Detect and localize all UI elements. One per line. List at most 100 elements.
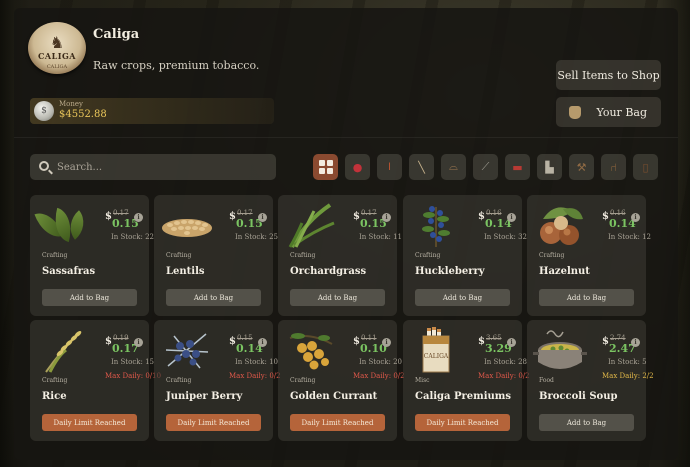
logo-band-text: CALIGA: [46, 64, 68, 70]
add-to-bag-button[interactable]: Add to Bag: [166, 289, 261, 306]
shop-tagline: Raw crops, premium tobacco.: [93, 59, 260, 72]
info-icon[interactable]: i: [631, 213, 640, 222]
fishing-rod-icon: ╲: [418, 160, 425, 174]
category-tab-torch[interactable]: ǀ: [377, 154, 402, 180]
add-to-bag-button[interactable]: Add to Bag: [415, 289, 510, 306]
your-bag-label: Your Bag: [596, 105, 647, 119]
orchardgrass-icon: [284, 201, 338, 249]
old-price: 0.17: [113, 209, 129, 217]
juniper-berry-icon: [160, 326, 214, 374]
item-name: Orchardgrass: [290, 266, 367, 277]
add-to-bag-button[interactable]: Add to Bag: [42, 289, 137, 306]
sell-items-button[interactable]: Sell Items to Shop: [556, 60, 661, 90]
category-tab-tools[interactable]: ⚒: [569, 154, 594, 180]
dollar-sign: $: [105, 336, 112, 347]
shop-logo: ♞ CALIGA CALIGA: [28, 22, 86, 74]
category-tab-fishing[interactable]: ╲: [409, 154, 434, 180]
max-daily-limit: Max Daily: 0/2: [478, 372, 530, 380]
item-card-caliga-premiums: CALIGA $ 3.65 3.29 i In Stock: 28 Max Da…: [403, 320, 530, 441]
category-tab-all[interactable]: [313, 154, 338, 180]
dollar-sign: $: [478, 211, 485, 222]
item-name: Caliga Premiums: [415, 391, 512, 402]
stock-count: In Stock: 5: [608, 358, 647, 366]
category-tab-berries[interactable]: ●: [345, 154, 370, 180]
lentils-icon: [160, 201, 214, 249]
golden-currant-icon: [284, 326, 338, 374]
category-tab-lantern[interactable]: ▯: [633, 154, 658, 180]
item-name: Huckleberry: [415, 266, 485, 277]
item-category: Crafting: [290, 377, 316, 384]
shop-name: Caliga: [93, 27, 140, 42]
item-category: Crafting: [290, 252, 316, 259]
category-tab-boots[interactable]: ▙: [537, 154, 562, 180]
tools-icon: ⚒: [576, 160, 587, 174]
stock-count: In Stock: 10: [235, 358, 278, 366]
item-category: Crafting: [166, 377, 192, 384]
soup-pot-icon: [533, 326, 587, 374]
item-category: Misc: [415, 377, 430, 384]
stock-count: In Stock: 12: [608, 233, 651, 241]
info-icon[interactable]: i: [507, 338, 516, 347]
bag-icon: [569, 106, 581, 119]
daily-limit-button[interactable]: Daily Limit Reached: [290, 414, 385, 431]
search-input[interactable]: [57, 158, 267, 176]
stock-count: In Stock: 28: [484, 358, 527, 366]
add-to-bag-button[interactable]: Add to Bag: [290, 289, 385, 306]
info-icon[interactable]: i: [134, 338, 143, 347]
stock-count: In Stock: 20: [359, 358, 402, 366]
sassafras-icon: [34, 201, 92, 249]
category-tab-weapons[interactable]: ⟋: [473, 154, 498, 180]
logo-text: CALIGA: [38, 51, 76, 61]
info-icon[interactable]: i: [382, 213, 391, 222]
max-daily-limit: Max Daily: 0/2: [229, 372, 281, 380]
item-name: Rice: [42, 391, 67, 402]
item-card-sassafras: $ 0.17 0.15 i In Stock: 22 Crafting Sass…: [30, 195, 154, 316]
max-daily-limit: Max Daily: 0/10: [105, 372, 162, 380]
info-icon[interactable]: i: [258, 338, 267, 347]
category-tab-hats[interactable]: ⌓: [441, 154, 466, 180]
dollar-sign: $: [602, 211, 609, 222]
huckleberry-icon: [409, 201, 463, 249]
item-category: Crafting: [539, 252, 565, 259]
dollar-sign: $: [105, 211, 112, 222]
daily-limit-button[interactable]: Daily Limit Reached: [42, 414, 137, 431]
category-tab-clothing[interactable]: ▬: [505, 154, 530, 180]
add-to-bag-button[interactable]: Add to Bag: [539, 289, 634, 306]
chair-icon: ⑁: [610, 160, 617, 174]
old-price: 0.15: [237, 334, 253, 342]
stock-count: In Stock: 22: [111, 233, 154, 241]
item-card-hazelnut: $ 0.16 0.14 i In Stock: 12 Crafting Haze…: [527, 195, 651, 316]
stock-count: In Stock: 15: [111, 358, 154, 366]
header-divider: [14, 137, 678, 138]
dollar-sign: $: [353, 336, 360, 347]
rifle-icon: ⟋: [481, 160, 490, 173]
rice-icon: [36, 326, 90, 374]
info-icon[interactable]: i: [258, 213, 267, 222]
item-card-lentils: $ 0.17 0.15 i In Stock: 25 Crafting Lent…: [154, 195, 278, 316]
add-to-bag-button[interactable]: Add to Bag: [539, 414, 634, 431]
dollar-sign: $: [229, 211, 236, 222]
your-bag-button[interactable]: Your Bag: [556, 97, 661, 127]
search-box[interactable]: [30, 154, 276, 180]
svg-text:CALIGA: CALIGA: [424, 353, 449, 360]
dollar-sign: $: [478, 336, 485, 347]
torch-icon: ǀ: [388, 161, 391, 173]
daily-limit-button[interactable]: Daily Limit Reached: [415, 414, 510, 431]
grid-icon: [318, 160, 333, 174]
old-price: 0.16: [486, 209, 502, 217]
item-name: Juniper Berry: [166, 391, 243, 402]
info-icon[interactable]: i: [382, 338, 391, 347]
info-icon[interactable]: i: [507, 213, 516, 222]
item-name: Broccoli Soup: [539, 391, 618, 402]
item-card-orchardgrass: $ 0.17 0.15 i In Stock: 11 Crafting Orch…: [278, 195, 402, 316]
category-tab-furniture[interactable]: ⑁: [601, 154, 626, 180]
search-icon: [39, 161, 49, 171]
item-category: Food: [539, 377, 554, 384]
stock-count: In Stock: 11: [359, 233, 402, 241]
item-name: Lentils: [166, 266, 205, 277]
daily-limit-button[interactable]: Daily Limit Reached: [166, 414, 261, 431]
info-icon[interactable]: i: [631, 338, 640, 347]
berry-icon: ●: [352, 160, 363, 174]
info-icon[interactable]: i: [134, 213, 143, 222]
dollar-sign: $: [353, 211, 360, 222]
